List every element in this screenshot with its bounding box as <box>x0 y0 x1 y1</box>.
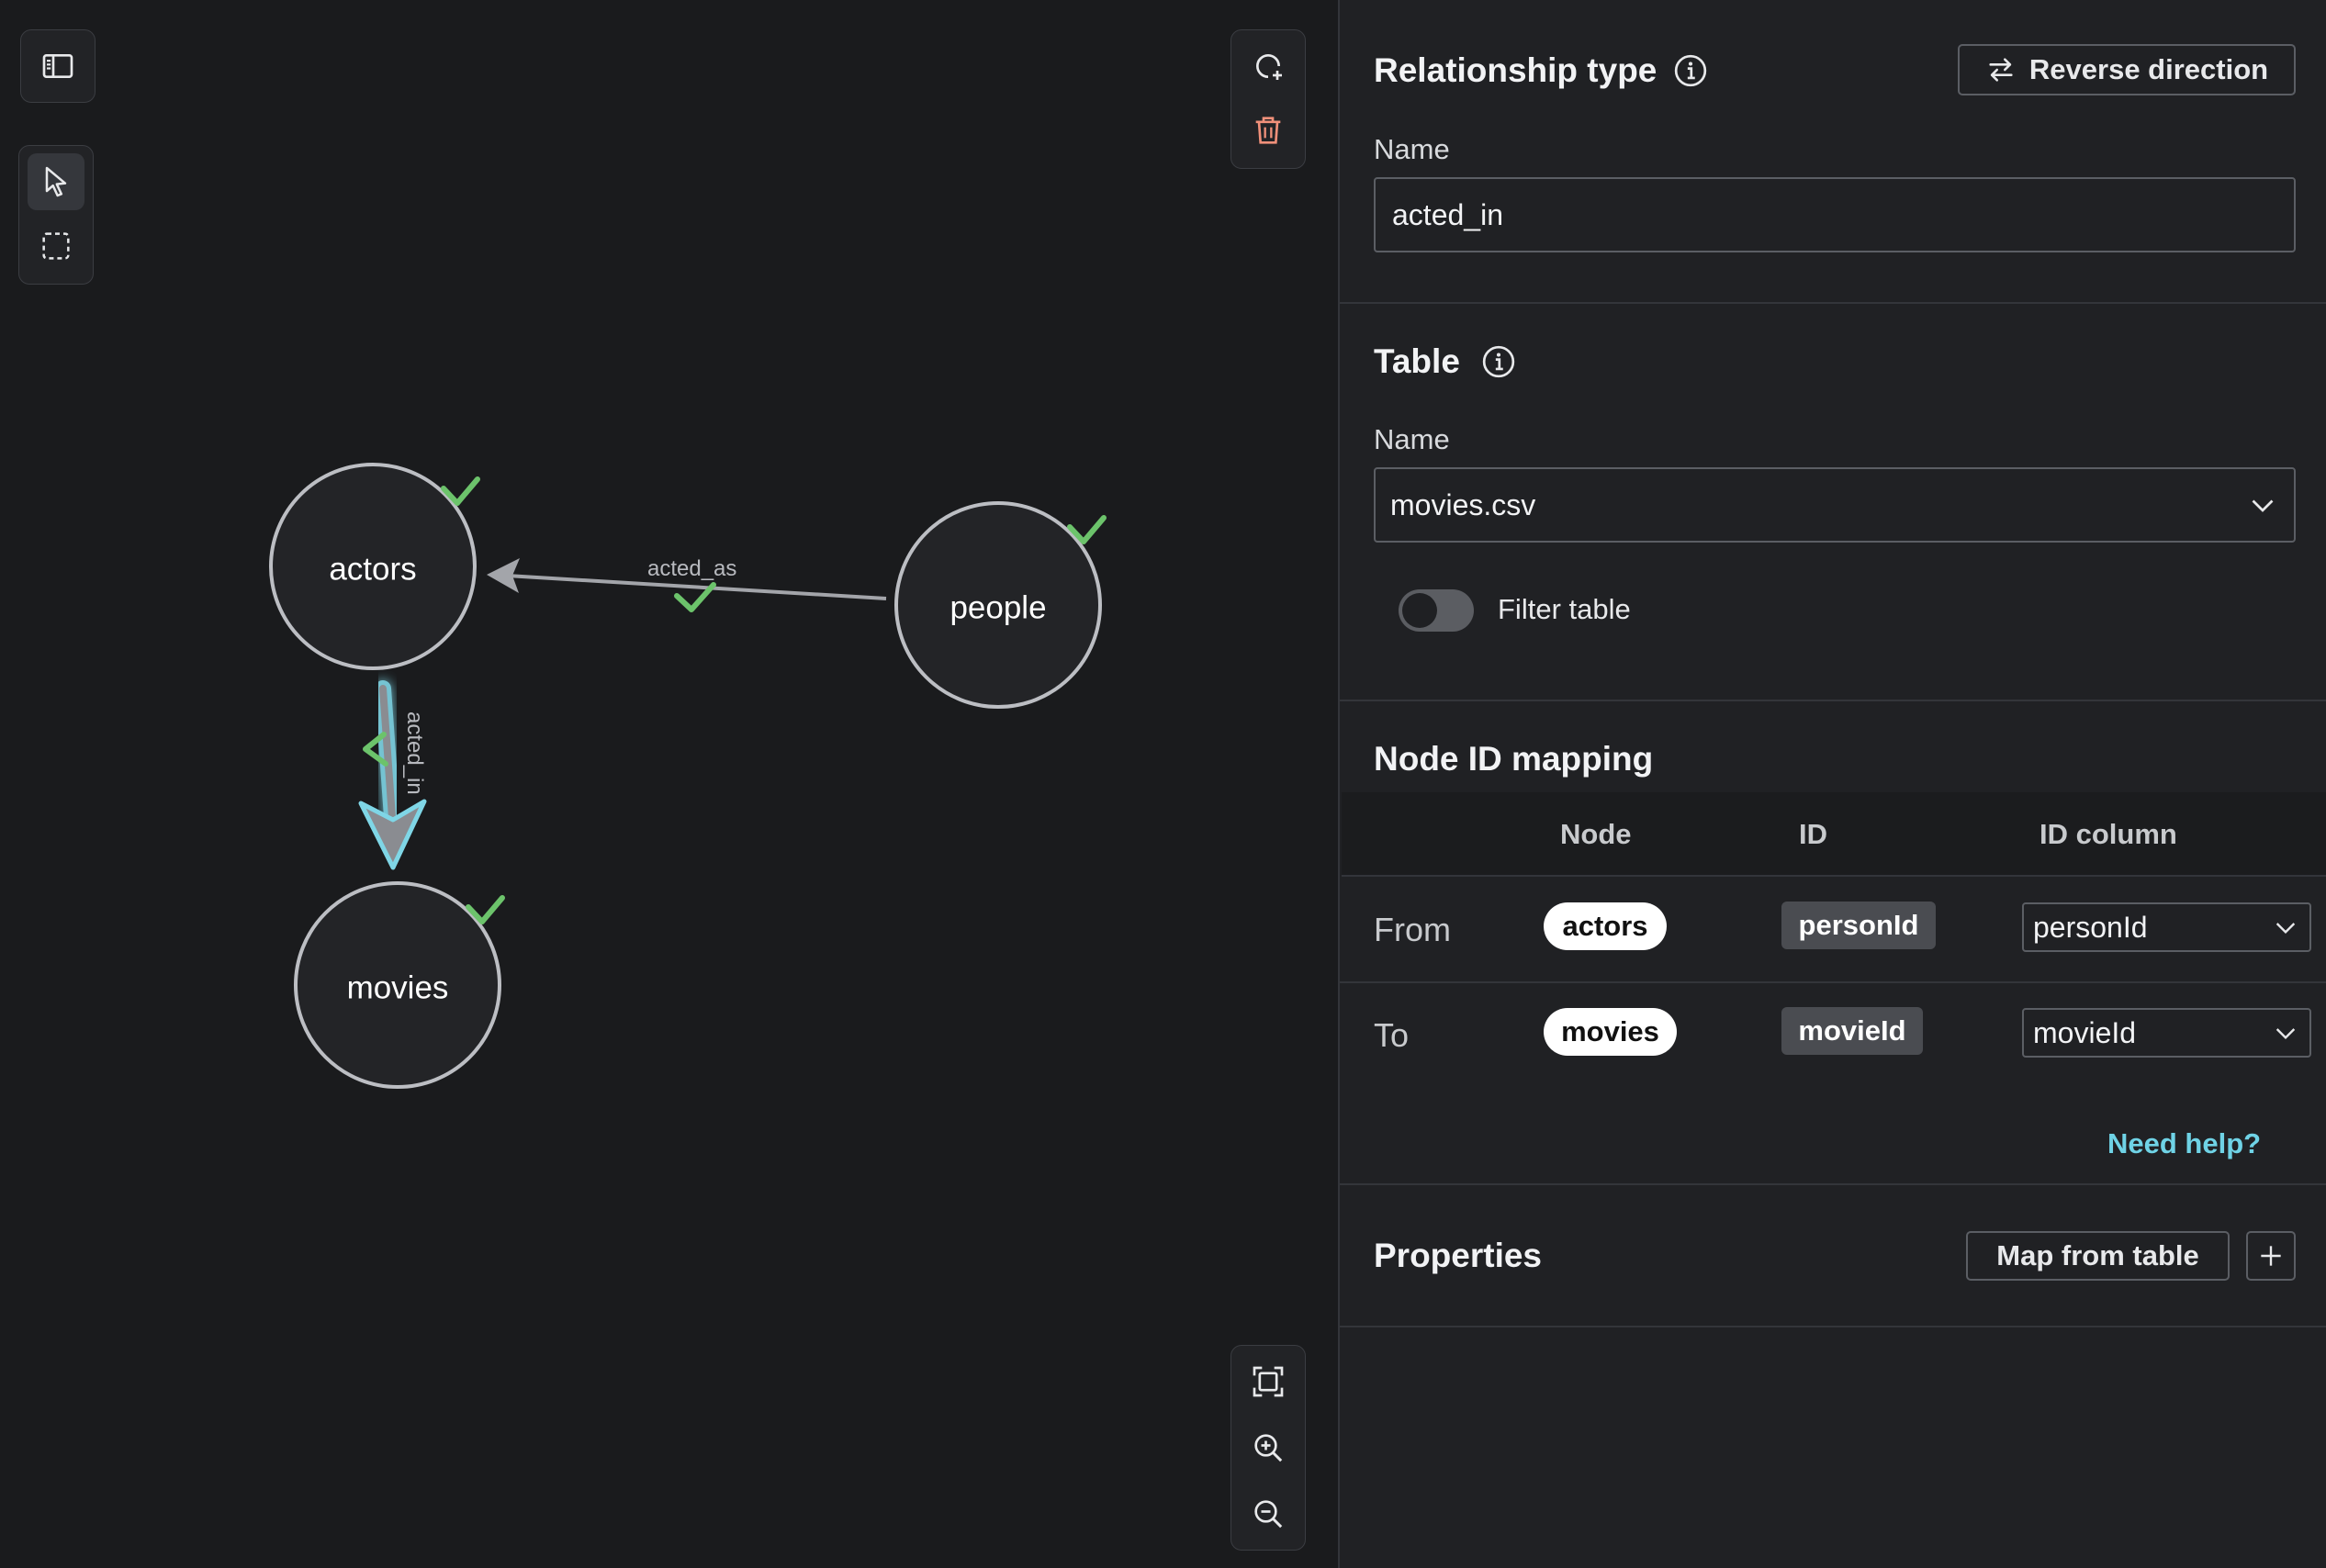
row-label-to: To <box>1374 1016 1410 1054</box>
graph-canvas[interactable]: acted_as acted_in actors people movies <box>0 0 1338 1568</box>
mapping-row-from: From actors personId personId <box>1340 877 2326 983</box>
map-from-table-button[interactable]: Map from table <box>1966 1231 2230 1281</box>
graph-diagram: acted_as acted_in actors people movies <box>269 463 1107 1089</box>
node-pill-movies: movies <box>1544 1008 1677 1056</box>
chevron-down-icon <box>2275 1028 2296 1040</box>
column-header-id: ID <box>1799 818 1827 850</box>
row-label-from: From <box>1374 911 1451 948</box>
column-header-node: Node <box>1560 818 1632 850</box>
node-pill-actors: actors <box>1544 902 1667 950</box>
relationship-name-label: Name <box>1374 133 1450 165</box>
filter-table-label: Filter table <box>1498 593 1631 625</box>
reverse-direction-label: Reverse direction <box>2028 53 2269 85</box>
id-column-select-value: personId <box>2033 910 2148 944</box>
edge-acted-as[interactable]: acted_as <box>487 556 887 612</box>
node-id-mapping-title: Node ID mapping <box>1374 740 1654 778</box>
relationship-name-input[interactable] <box>1374 177 2296 252</box>
table-name-label: Name <box>1374 423 1450 455</box>
node-label-movies: movies <box>347 969 449 1005</box>
id-column-select-value: movieId <box>2033 1015 2137 1049</box>
add-property-button[interactable] <box>2246 1231 2296 1281</box>
edge-acted-in[interactable]: acted_in <box>358 680 427 870</box>
swap-arrows-icon <box>1989 58 2013 82</box>
edge-label-acted-as: acted_as <box>647 556 736 581</box>
table-title: Table <box>1374 342 1460 380</box>
column-header-id-column: ID column <box>2039 818 2177 850</box>
plus-icon <box>2261 1246 2281 1266</box>
map-from-table-label: Map from table <box>1996 1239 2199 1271</box>
properties-title: Properties <box>1374 1237 1543 1274</box>
filter-table-toggle[interactable] <box>1399 589 1474 632</box>
node-id-mapping-section: Node ID mapping Node ID ID column From a… <box>1340 701 2326 1185</box>
reverse-direction-button[interactable]: Reverse direction <box>1958 44 2296 95</box>
node-people[interactable]: people <box>894 501 1107 709</box>
node-movies[interactable]: movies <box>294 881 505 1089</box>
relationship-details-panel: Relationship type Reverse direction Name… <box>1338 0 2326 1568</box>
info-icon[interactable] <box>1673 53 1708 88</box>
relationship-type-title: Relationship type <box>1374 51 1657 89</box>
chevron-down-icon <box>2275 923 2296 935</box>
node-label-people: people <box>950 589 1046 625</box>
edge-label-acted-in: acted_in <box>402 711 427 795</box>
chevron-down-icon <box>2252 499 2274 512</box>
mapping-row-to: To movies movieId movieId <box>1340 982 2326 1087</box>
table-section: Table Name movies.csv Filter table <box>1340 304 2326 701</box>
table-select[interactable]: movies.csv <box>1374 467 2296 543</box>
id-badge-personid: personId <box>1781 902 1936 949</box>
properties-section: Properties Map from table <box>1340 1185 2326 1327</box>
id-column-select-to[interactable]: movieId <box>2022 1008 2311 1058</box>
node-label-actors: actors <box>329 551 416 587</box>
info-icon[interactable] <box>1481 344 1516 379</box>
mapping-table-header: Node ID ID column <box>1342 792 2326 877</box>
need-help-link[interactable]: Need help? <box>2107 1127 2261 1160</box>
table-select-value: movies.csv <box>1390 487 1536 521</box>
toggle-knob <box>1402 593 1437 628</box>
id-column-select-from[interactable]: personId <box>2022 902 2311 952</box>
relationship-type-section: Relationship type Reverse direction Name <box>1340 0 2326 304</box>
node-actors[interactable]: actors <box>269 463 480 670</box>
id-badge-movieid: movieId <box>1781 1007 1923 1055</box>
